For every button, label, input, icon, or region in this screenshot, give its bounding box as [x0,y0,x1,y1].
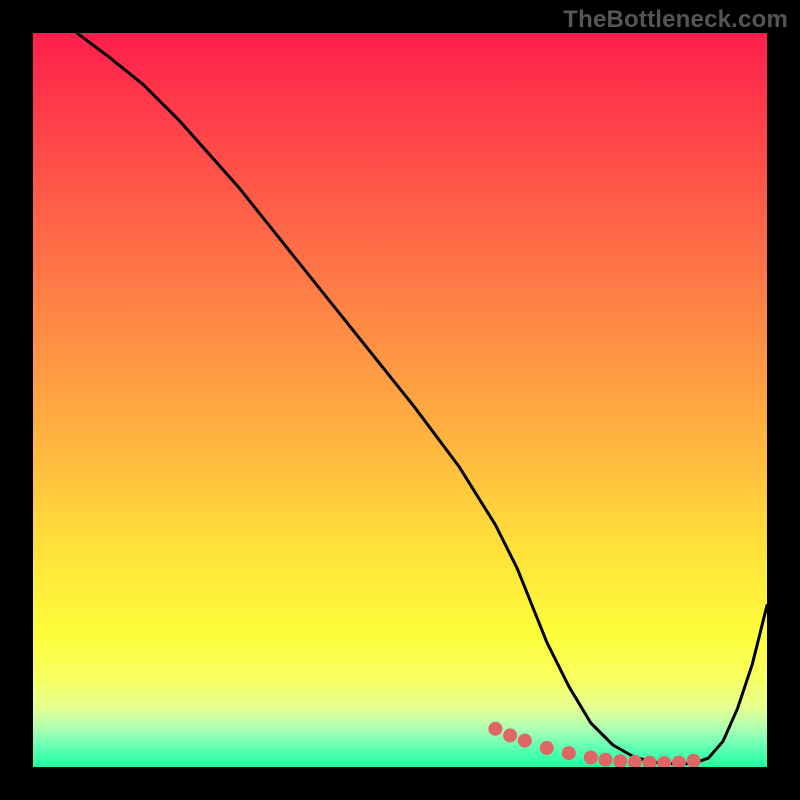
marker-dot [562,746,576,760]
marker-dot [672,756,686,767]
chart-overlay [33,33,767,767]
marker-dot [518,734,532,748]
marker-dot [687,754,701,767]
watermark-text: TheBottleneck.com [563,6,788,34]
marker-dot [503,728,517,742]
marker-dot [488,722,502,736]
marker-dot [657,756,671,767]
marker-dot [628,755,642,767]
marker-dot [584,751,598,765]
bottleneck-curve-path [77,33,767,764]
marker-dot [540,741,554,755]
marker-dot [613,754,627,767]
chart-frame: TheBottleneck.com [0,0,800,800]
marker-dot [599,753,613,767]
marker-dot [643,756,657,767]
